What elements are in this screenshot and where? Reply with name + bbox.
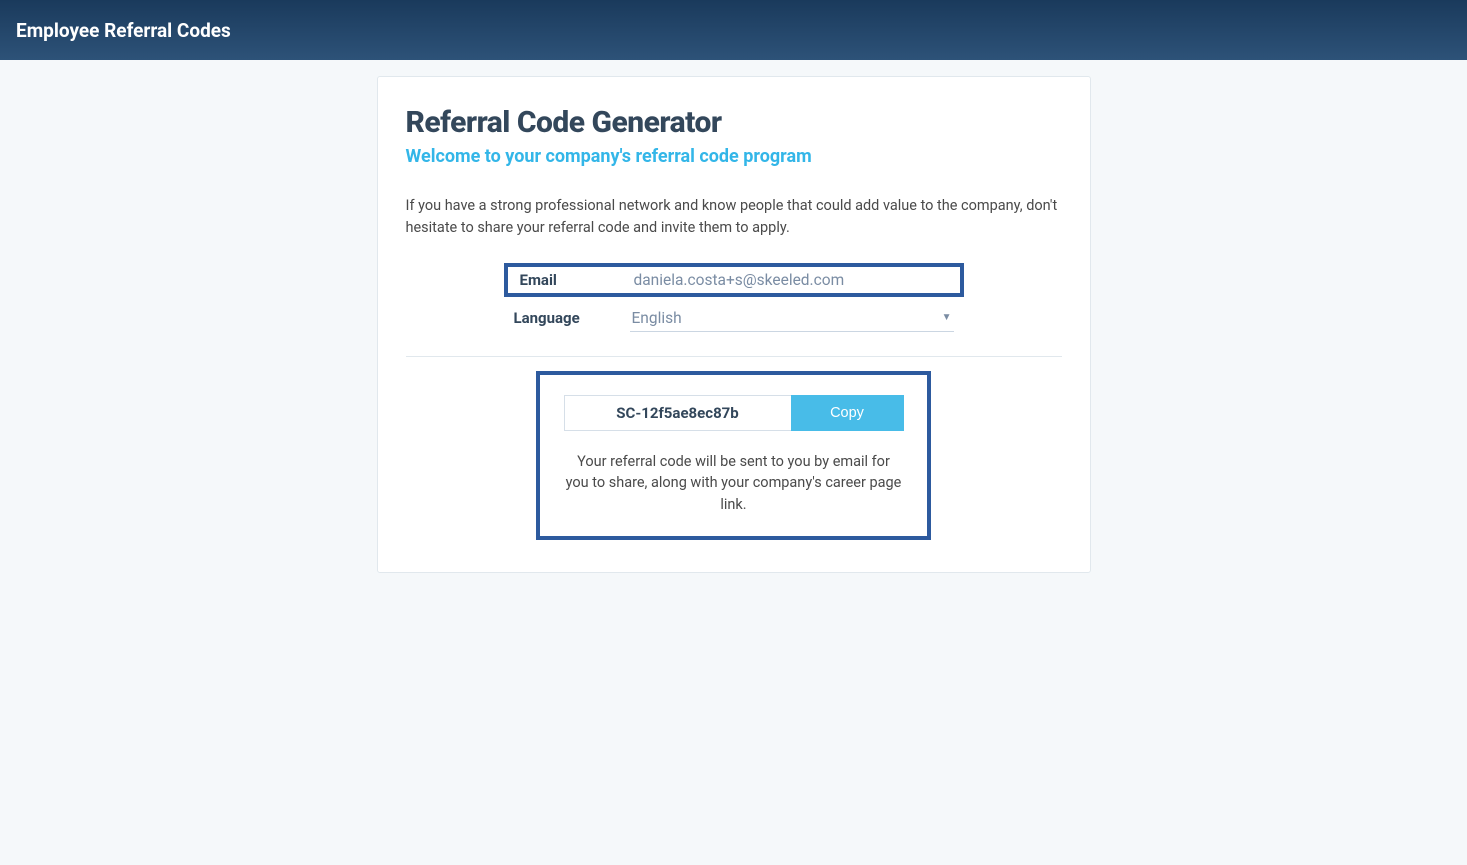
divider [406, 356, 1062, 357]
language-select[interactable]: English ▼ [630, 305, 954, 332]
email-label: Email [518, 271, 618, 289]
referral-code-display: SC-12f5ae8ec87b [564, 395, 791, 431]
card-description: If you have a strong professional networ… [406, 195, 1062, 239]
email-row: Email daniela.costa+s@skeeled.com [514, 271, 954, 289]
result-section: SC-12f5ae8ec87b Copy Your referral code … [406, 371, 1062, 540]
card-title: Referral Code Generator [406, 105, 1062, 140]
email-highlight-box: Email daniela.costa+s@skeeled.com [504, 263, 964, 297]
header-title: Employee Referral Codes [16, 19, 231, 42]
language-form-group: Language English ▼ [406, 303, 1062, 356]
result-highlight-box: SC-12f5ae8ec87b Copy Your referral code … [536, 371, 931, 540]
email-field[interactable]: daniela.costa+s@skeeled.com [634, 271, 950, 289]
code-row: SC-12f5ae8ec87b Copy [564, 395, 904, 431]
language-row-wrapper: Language English ▼ [504, 303, 964, 338]
referral-card: Referral Code Generator Welcome to your … [377, 76, 1091, 573]
result-note: Your referral code will be sent to you b… [564, 451, 903, 516]
copy-button[interactable]: Copy [791, 395, 904, 431]
language-value: English [632, 309, 682, 327]
app-header: Employee Referral Codes [0, 0, 1467, 60]
language-row: Language English ▼ [514, 305, 954, 332]
chevron-down-icon: ▼ [942, 312, 952, 323]
language-label: Language [514, 309, 614, 327]
card-subtitle: Welcome to your company's referral code … [406, 146, 1062, 167]
main-content: Referral Code Generator Welcome to your … [0, 60, 1467, 573]
email-form-group: Email daniela.costa+s@skeeled.com [406, 263, 1062, 303]
